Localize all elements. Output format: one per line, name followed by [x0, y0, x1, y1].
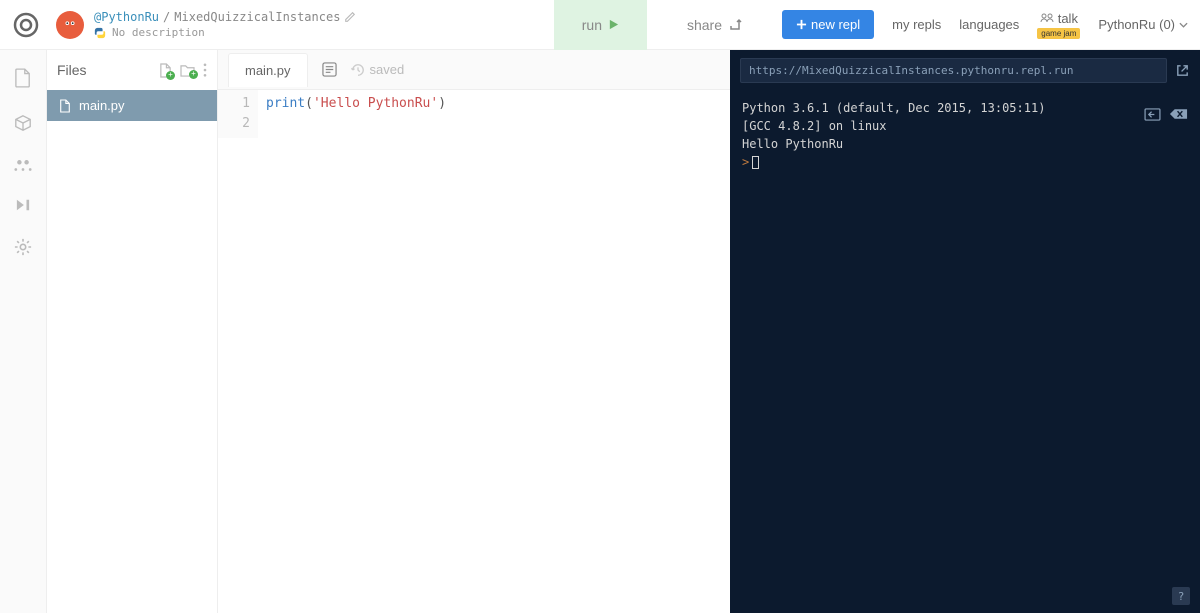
avatar[interactable]: [56, 11, 84, 39]
terminal-pane: https://MixedQuizzicalInstances.pythonru…: [730, 50, 1200, 613]
gutter: 1 2: [218, 90, 258, 138]
multiplayer-icon[interactable]: [14, 158, 32, 172]
header: @PythonRu / MixedQuizzicalInstances No d…: [0, 0, 1200, 50]
breadcrumb: @PythonRu / MixedQuizzicalInstances No d…: [94, 10, 356, 39]
breadcrumb-user[interactable]: @PythonRu: [94, 10, 159, 24]
terminal-prompt: >: [742, 155, 749, 169]
talk-badge: game jam: [1037, 28, 1080, 39]
file-item-main[interactable]: main.py: [47, 90, 217, 121]
nav-languages[interactable]: languages: [959, 17, 1019, 32]
edit-icon[interactable]: [344, 11, 356, 23]
sidebar-title: Files: [57, 62, 87, 78]
editor-pane: main.py saved 1 2 print('Hello PythonRu'…: [217, 50, 730, 613]
breadcrumb-separator: /: [163, 10, 170, 24]
tab-main[interactable]: main.py: [228, 53, 308, 87]
repl-logo[interactable]: [12, 11, 40, 39]
share-button[interactable]: share: [667, 0, 762, 50]
new-repl-button[interactable]: new repl: [782, 10, 874, 39]
breadcrumb-project[interactable]: MixedQuizzicalInstances: [174, 10, 340, 24]
python-icon: [94, 27, 106, 39]
open-external-icon[interactable]: [1175, 63, 1190, 78]
code-area[interactable]: 1 2 print('Hello PythonRu'): [218, 90, 730, 138]
terminal-output[interactable]: Python 3.6.1 (default, Dec 2015, 13:05:1…: [730, 91, 1200, 179]
files-icon[interactable]: [15, 68, 31, 88]
user-menu[interactable]: PythonRu (0): [1098, 17, 1188, 32]
file-item-label: main.py: [79, 98, 125, 113]
nav-my-repls[interactable]: my repls: [892, 17, 941, 32]
description-text: No description: [112, 26, 205, 39]
help-button[interactable]: ?: [1172, 587, 1190, 605]
share-icon: [728, 18, 742, 32]
nav-talk[interactable]: talk game jam: [1037, 11, 1080, 39]
left-rail: [0, 50, 47, 613]
run-button[interactable]: run: [554, 0, 647, 50]
terminal-cursor: [752, 156, 759, 169]
plus-icon: [796, 19, 807, 30]
chevron-down-icon: [1179, 22, 1188, 28]
file-icon: [59, 99, 71, 113]
settings-icon[interactable]: [14, 238, 32, 256]
terminal-clear-icon[interactable]: [1169, 108, 1188, 121]
terminal-line: Python 3.6.1 (default, Dec 2015, 13:05:1…: [742, 99, 1188, 117]
code-content[interactable]: print('Hello PythonRu'): [258, 90, 730, 138]
new-file-icon[interactable]: +: [159, 63, 172, 78]
history-icon: [351, 63, 365, 77]
play-icon: [608, 19, 619, 30]
new-folder-icon[interactable]: +: [180, 64, 195, 77]
saved-indicator: saved: [351, 62, 405, 77]
files-sidebar: Files + + main.py: [47, 50, 217, 613]
terminal-line: Hello PythonRu: [742, 135, 1188, 153]
debugger-icon[interactable]: [14, 198, 32, 212]
repl-url[interactable]: https://MixedQuizzicalInstances.pythonru…: [740, 58, 1167, 83]
terminal-in-icon[interactable]: [1144, 108, 1161, 121]
terminal-line: [GCC 4.8.2] on linux: [742, 117, 1188, 135]
editor-settings-icon[interactable]: [322, 62, 337, 77]
more-icon[interactable]: [203, 63, 207, 77]
packages-icon[interactable]: [14, 114, 32, 132]
people-icon: [1040, 13, 1054, 23]
